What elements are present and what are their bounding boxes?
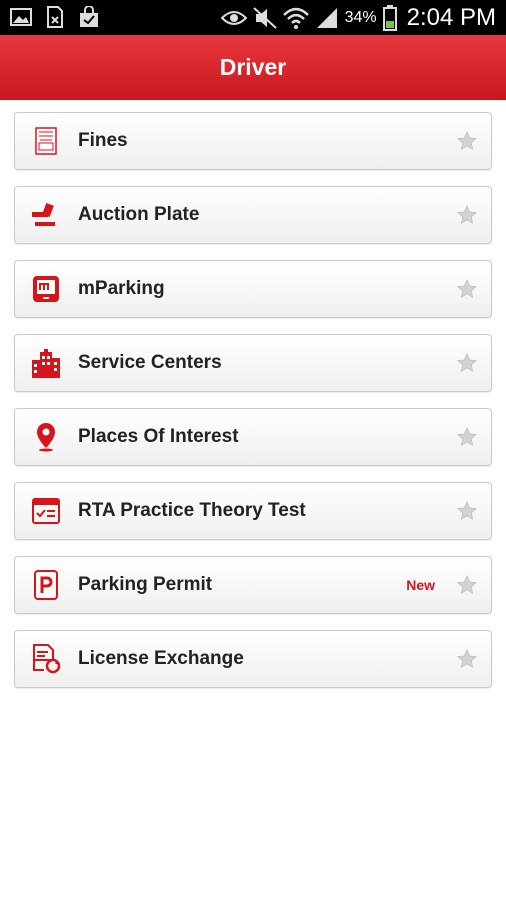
list-item-label: mParking <box>78 278 165 299</box>
test-window-icon <box>31 496 61 526</box>
app-bar: Driver <box>0 35 506 100</box>
license-exchange-icon <box>31 644 61 674</box>
battery-percent: 34% <box>344 8 377 26</box>
list-item-mparking[interactable]: mParking <box>14 260 492 318</box>
star-icon[interactable] <box>457 278 477 299</box>
list-item-label: License Exchange <box>78 648 244 669</box>
gallery-icon <box>8 5 34 29</box>
star-icon[interactable] <box>457 500 477 521</box>
sim-icon <box>42 5 68 29</box>
fine-ticket-icon <box>31 126 61 156</box>
mute-icon <box>252 6 277 29</box>
list-item-auction-plate[interactable]: Auction Plate <box>14 186 492 244</box>
driver-menu-list: Fines Auction Plate mParking Service Cen… <box>14 112 492 704</box>
star-icon[interactable] <box>457 130 477 151</box>
gavel-icon <box>31 200 61 230</box>
list-item-rta-practice-theory-test[interactable]: RTA Practice Theory Test <box>14 482 492 540</box>
star-icon[interactable] <box>457 204 477 225</box>
shopping-bag-icon <box>76 5 102 29</box>
list-item-license-exchange[interactable]: License Exchange <box>14 630 492 688</box>
system-status: 34% 2:04 PM <box>220 0 496 35</box>
notification-icons <box>8 5 102 29</box>
star-icon[interactable] <box>457 574 477 595</box>
list-item-label: Parking Permit <box>78 574 213 595</box>
list-item-fines[interactable]: Fines <box>14 112 492 170</box>
clock: 2:04 PM <box>406 3 496 31</box>
buildings-icon <box>31 348 61 378</box>
list-item-label: Auction Plate <box>78 204 200 225</box>
list-item-label: Fines <box>78 130 128 151</box>
parking-icon <box>31 570 61 600</box>
list-item-label: Places Of Interest <box>78 426 239 447</box>
new-badge: New <box>406 577 435 593</box>
signal-icon <box>315 7 339 29</box>
page-title: Driver <box>219 53 287 80</box>
star-icon[interactable] <box>457 426 477 447</box>
wifi-icon <box>282 7 309 29</box>
battery-icon <box>382 4 397 31</box>
list-item-parking-permit[interactable]: Parking Permit New <box>14 556 492 614</box>
status-bar: 34% 2:04 PM <box>0 0 506 35</box>
star-icon[interactable] <box>457 648 477 669</box>
eye-icon <box>220 9 247 27</box>
map-pin-icon <box>31 422 61 452</box>
list-item-service-centers[interactable]: Service Centers <box>14 334 492 392</box>
star-icon[interactable] <box>457 352 477 373</box>
list-item-places-of-interest[interactable]: Places Of Interest <box>14 408 492 466</box>
list-item-label: Service Centers <box>78 352 222 373</box>
list-item-label: RTA Practice Theory Test <box>78 500 306 521</box>
mparking-icon <box>31 274 61 304</box>
